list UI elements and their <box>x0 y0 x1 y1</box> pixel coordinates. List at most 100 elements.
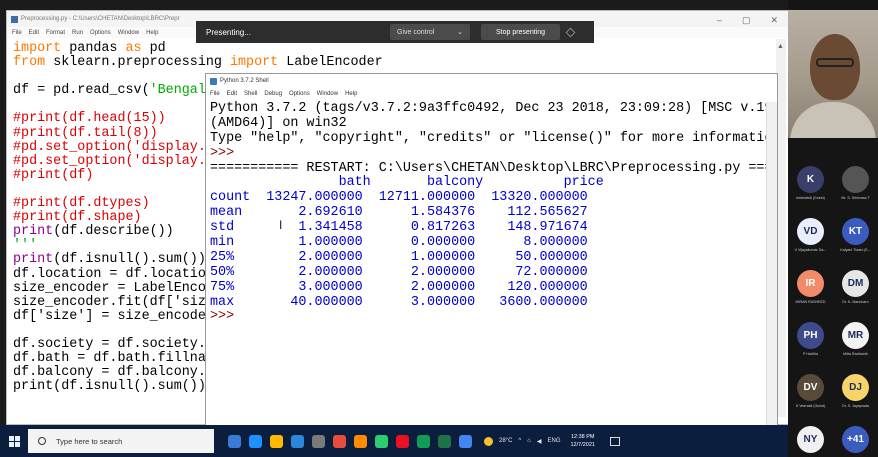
weather-temp[interactable]: 28°C <box>499 438 512 444</box>
pin-icon[interactable] <box>565 27 576 37</box>
participant-name: Dr. K. Manoharn <box>842 300 869 304</box>
avatar: DJ <box>842 374 869 401</box>
taskbar-app-icon[interactable] <box>270 434 283 448</box>
avatar: IR <box>797 270 824 297</box>
close-icon[interactable]: ✕ <box>770 15 778 26</box>
code-token: #print(df.shape) <box>13 210 142 226</box>
code-token: (df.describe()) <box>53 224 174 240</box>
participant-tile[interactable]: Mr. S. Srinivasa T <box>834 166 878 218</box>
scroll-up-icon[interactable]: ▲ <box>777 43 784 50</box>
participant-name: V Vijayakumar Da... <box>794 248 827 252</box>
code-token: df.society = df.society.f <box>13 336 214 352</box>
stop-presenting-label: Stop presenting <box>495 28 546 36</box>
participant-tile[interactable]: PH P Haritha <box>789 322 833 374</box>
presenter-video <box>788 10 878 138</box>
editor-menu-help[interactable]: Help <box>146 30 158 36</box>
taskbar-app-icon[interactable] <box>459 434 472 448</box>
shell-scrollbar[interactable] <box>766 102 777 429</box>
participant-row: NY +41 <box>788 426 878 457</box>
participant-tile[interactable]: IR IMRAN RASHEED <box>789 270 833 322</box>
network-icon[interactable]: ⌂ <box>527 438 531 444</box>
shell-menu-debug[interactable]: Debug <box>264 91 282 97</box>
taskbar-app-icon[interactable] <box>417 434 430 448</box>
code-token: size_encoder.fit(df['size <box>13 294 214 310</box>
code-token: mean 2.692610 1.584376 112.565627 <box>210 205 588 221</box>
shell-menubar: File Edit Shell Debug Options Window Help <box>206 88 777 99</box>
screen: Preprocessing.py - C:\Users\CHETAN\Deskt… <box>0 0 878 457</box>
give-control-button[interactable]: Give control ⌄ <box>390 24 470 40</box>
shell-output-line: >>> <box>210 310 777 325</box>
participant-tile[interactable]: KT Kalyani Tiwari (G... <box>834 218 878 270</box>
editor-menu-run[interactable]: Run <box>72 30 83 36</box>
code-token: count 13247.000000 12711.000000 13320.00… <box>210 190 588 206</box>
search-icon <box>38 437 46 445</box>
participant-tile[interactable]: +41 <box>834 426 878 457</box>
maximize-icon[interactable]: ▢ <box>742 15 751 26</box>
start-button[interactable] <box>0 425 28 457</box>
code-token: >>> <box>210 145 243 161</box>
stop-presenting-button[interactable]: Stop presenting <box>481 24 560 40</box>
code-token: ''' <box>13 238 38 254</box>
taskbar-search-box[interactable]: Type here to search <box>28 429 214 453</box>
shell-menu-help[interactable]: Help <box>345 91 357 97</box>
code-token: Python 3.7.2 (tags/v3.7.2:9a3ffc0492, De… <box>210 101 778 116</box>
minimize-icon[interactable]: – <box>717 15 722 26</box>
shell-menu-window[interactable]: Window <box>317 91 338 97</box>
editor-menu-window[interactable]: Window <box>118 30 139 36</box>
code-token: size_encoder = LabelEncod <box>13 280 214 296</box>
avatar <box>842 166 869 193</box>
shell-menu-shell[interactable]: Shell <box>244 91 257 97</box>
code-token: print <box>13 252 54 268</box>
tray-chevron-icon[interactable]: ^ <box>518 438 521 444</box>
taskbar-app-icon[interactable] <box>354 434 367 448</box>
participant-tile[interactable]: Kkmtmahdi (Guest) <box>789 166 833 218</box>
code-token: print(df.isnull().sum()) <box>13 379 206 395</box>
shell-output-line: std 1.341458 0.817263 148.971674 <box>210 220 777 236</box>
editor-menu-format[interactable]: Format <box>46 30 65 36</box>
code-token: (df.isnull().sum()) <box>53 252 206 268</box>
clock[interactable]: 12:38 PM 12/7/2021 <box>571 433 595 449</box>
participant-tile[interactable]: DJ Dr. S. Jayaprada <box>834 374 878 426</box>
taskbar-app-icon[interactable] <box>312 434 325 448</box>
shell-output-line: max 40.000000 3.000000 3600.000000 <box>210 294 777 311</box>
taskbar-app-icon[interactable] <box>396 434 409 448</box>
editor-menu-options[interactable]: Options <box>90 30 111 36</box>
shell-menu-edit[interactable]: Edit <box>227 91 237 97</box>
participant-name: P Haritha <box>803 352 818 356</box>
shell-output-area[interactable]: Python 3.7.2 (tags/v3.7.2:9a3ffc0492, De… <box>210 101 778 325</box>
editor-window-controls: – ▢ ✕ <box>717 15 778 26</box>
participant-tile[interactable]: DM Dr. K. Manoharn <box>834 270 878 322</box>
participant-tile[interactable]: VD V Vijayakumar Da... <box>789 218 833 270</box>
give-control-label: Give control <box>397 28 435 36</box>
lang-indicator[interactable]: ENG <box>547 438 560 444</box>
code-token: max 40.000000 3.000000 3600.000000 <box>210 294 588 310</box>
volume-icon[interactable]: ◀ <box>537 438 542 445</box>
avatar: NY <box>797 426 824 453</box>
avatar: +41 <box>842 426 869 453</box>
chevron-down-icon: ⌄ <box>457 29 463 36</box>
notification-icon[interactable] <box>609 436 620 446</box>
participant-tile[interactable]: MR Mitta Ravikanth <box>834 322 878 374</box>
avatar: KT <box>842 218 869 245</box>
taskbar-app-icon[interactable] <box>438 434 451 448</box>
clock-time: 12:38 PM <box>570 434 595 440</box>
code-token: import <box>13 41 62 56</box>
taskbar-app-icon[interactable] <box>291 434 304 448</box>
taskbar-app-icon[interactable] <box>333 434 346 448</box>
taskbar-app-icon[interactable] <box>249 434 262 448</box>
shell-titlebar: Python 3.7.2 Shell <box>206 74 777 88</box>
participant-name: IMRAN RASHEED <box>795 300 826 304</box>
weather-icon[interactable] <box>484 436 493 446</box>
search-placeholder: Type here to search <box>56 436 123 446</box>
presenting-bar: Presenting... Give control ⌄ Stop presen… <box>196 21 594 43</box>
participant-tile[interactable]: DV D Veerasti (Guest) <box>789 374 833 426</box>
editor-menu-file[interactable]: File <box>12 30 22 36</box>
taskbar-app-icon[interactable] <box>228 434 241 448</box>
shell-menu-file[interactable]: File <box>210 91 220 97</box>
code-token: df.balcony = df.balcony.f <box>13 365 214 381</box>
participant-tile[interactable]: NY <box>789 426 833 457</box>
taskbar-app-icon[interactable] <box>375 434 388 448</box>
shell-menu-options[interactable]: Options <box>289 91 310 97</box>
editor-menu-edit[interactable]: Edit <box>29 30 39 36</box>
shell-output-line: 25% 2.000000 1.000000 50.000000 <box>210 250 777 266</box>
